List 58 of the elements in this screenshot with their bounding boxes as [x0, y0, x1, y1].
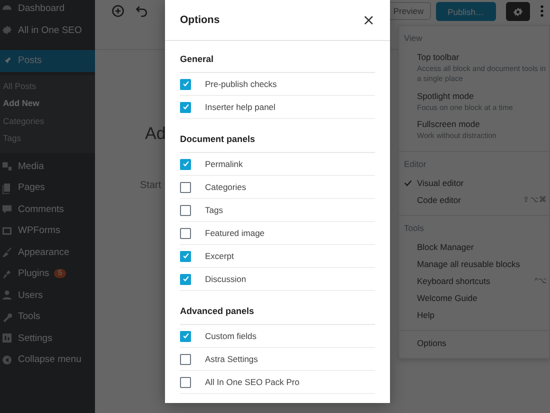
menu-option[interactable]: Code editor: [417, 195, 461, 205]
option-label: Permalink: [205, 159, 243, 169]
checkbox[interactable]: [180, 102, 191, 112]
option-label: Inserter help panel: [205, 102, 276, 112]
menu-item[interactable]: Media: [0, 156, 95, 177]
close-button[interactable]: ×: [362, 11, 375, 29]
menu-option[interactable]: Block Manager: [417, 242, 474, 252]
checkbox[interactable]: [180, 158, 191, 170]
menu-item[interactable]: Pages: [0, 177, 95, 198]
menu-item[interactable]: Collapse menu: [0, 349, 95, 370]
checkbox[interactable]: [180, 182, 191, 192]
checkbox[interactable]: [180, 354, 191, 364]
checkbox[interactable]: [180, 274, 191, 284]
menu-item[interactable]: WPForms: [0, 220, 95, 242]
dialog-title: Options: [180, 14, 220, 26]
add-block-icon[interactable]: [111, 4, 125, 18]
checkbox[interactable]: [180, 330, 191, 342]
menu-item[interactable]: Posts: [0, 50, 95, 72]
menu-option[interactable]: Spotlight mode: [417, 90, 474, 100]
option-label: Pre-publish checks: [205, 79, 277, 89]
menu-item[interactable]: All in One SEO: [0, 20, 95, 41]
section-heading: General: [180, 49, 375, 73]
menu-option[interactable]: Visual editor: [417, 178, 464, 188]
option-label: Custom fields: [205, 331, 256, 341]
checkbox[interactable]: [180, 78, 191, 90]
post-title-text: Ad: [145, 124, 166, 144]
more-options-icon[interactable]: [540, 4, 544, 18]
menu-option[interactable]: Options: [417, 338, 446, 348]
menu-item[interactable]: Tools: [0, 306, 95, 328]
menu-item[interactable]: Settings: [0, 328, 95, 349]
section-heading: Document panels: [180, 129, 375, 153]
submenu-item[interactable]: Add New: [0, 95, 95, 112]
option-label: Astra Settings: [205, 354, 258, 364]
menu-item[interactable]: Appearance: [0, 242, 95, 263]
menu-option[interactable]: Keyboard shortcuts: [417, 276, 490, 286]
publish-button[interactable]: Publish…: [436, 2, 496, 21]
menu-item[interactable]: Dashboard: [0, 0, 95, 20]
checkbox[interactable]: [180, 250, 191, 262]
option-label: Excerpt: [205, 251, 234, 261]
menu-item[interactable]: Comments: [0, 198, 95, 220]
option-label: Tags: [205, 205, 223, 215]
undo-icon[interactable]: [135, 4, 149, 18]
settings-icon: [512, 6, 524, 18]
menu-item[interactable]: Users: [0, 284, 95, 306]
option-label: Categories: [205, 182, 246, 192]
option-label: Discussion: [205, 274, 246, 284]
menu-option[interactable]: Fullscreen mode: [417, 119, 480, 130]
menu-option[interactable]: Welcome Guide: [417, 293, 478, 303]
menu-option[interactable]: Top toolbar: [417, 52, 460, 62]
menu-option[interactable]: Manage all reusable blocks: [417, 259, 520, 269]
checkbox[interactable]: [180, 376, 191, 388]
settings-button[interactable]: [506, 2, 530, 21]
checkbox[interactable]: [180, 228, 191, 238]
option-label: All In One SEO Pack Pro: [205, 377, 300, 387]
section-heading: Advanced panels: [180, 301, 375, 325]
option-label: Featured image: [205, 228, 265, 238]
menu-option[interactable]: Help: [417, 310, 434, 320]
checkbox[interactable]: [180, 204, 191, 216]
